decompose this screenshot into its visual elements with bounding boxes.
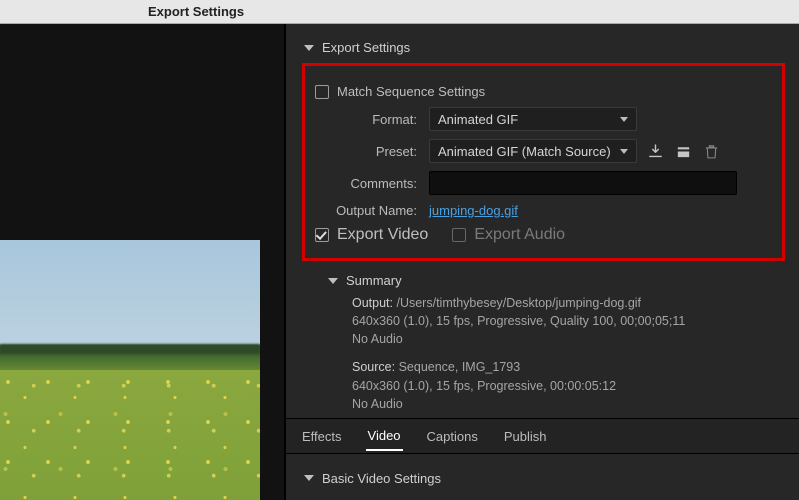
format-value: Animated GIF	[438, 112, 518, 127]
section-basic-video[interactable]: Basic Video Settings	[304, 471, 441, 486]
match-sequence-label: Match Sequence Settings	[337, 84, 485, 99]
summary-output-specs: 640x360 (1.0), 15 fps, Progressive, Qual…	[352, 314, 685, 328]
summary-output-audio: No Audio	[352, 332, 403, 346]
section-export-settings[interactable]: Export Settings	[304, 34, 785, 61]
tab-effects[interactable]: Effects	[300, 423, 344, 450]
summary-output-path: /Users/timthybesey/Desktop/jumping-dog.g…	[396, 296, 641, 310]
checkbox-icon	[315, 85, 329, 99]
export-audio-checkbox[interactable]: Export Audio	[452, 226, 565, 244]
checkbox-icon	[315, 228, 329, 242]
summary-source-label: Source:	[352, 360, 395, 374]
export-video-checkbox[interactable]: Export Video	[315, 226, 428, 244]
export-video-label: Export Video	[337, 226, 428, 244]
window-title: Export Settings	[0, 0, 799, 24]
chevron-down-icon	[620, 149, 628, 154]
section-summary[interactable]: Summary	[328, 267, 785, 294]
section-title: Export Settings	[322, 40, 410, 55]
preset-select[interactable]: Animated GIF (Match Source)	[429, 139, 637, 163]
preset-label: Preset:	[309, 144, 429, 159]
chevron-down-icon	[328, 278, 338, 284]
chevron-down-icon	[620, 117, 628, 122]
tab-video[interactable]: Video	[366, 422, 403, 451]
format-select[interactable]: Animated GIF	[429, 107, 637, 131]
preview-panel	[0, 24, 286, 500]
summary-output-label: Output:	[352, 296, 393, 310]
preview-image	[0, 240, 260, 500]
summary-source-audio: No Audio	[352, 397, 403, 411]
checkbox-icon	[452, 228, 466, 242]
output-name-link[interactable]: jumping-dog.gif	[429, 203, 518, 218]
import-preset-button[interactable]	[673, 141, 693, 161]
settings-panel: Export Settings Match Sequence Settings …	[286, 24, 799, 500]
preset-value: Animated GIF (Match Source)	[438, 144, 611, 159]
tab-captions[interactable]: Captions	[425, 423, 480, 450]
comments-input[interactable]	[429, 171, 737, 195]
summary-block: Output: /Users/timthybesey/Desktop/jumpi…	[352, 294, 785, 413]
output-name-label: Output Name:	[309, 203, 429, 218]
summary-source-specs: 640x360 (1.0), 15 fps, Progressive, 00:0…	[352, 379, 616, 393]
section-title: Basic Video Settings	[322, 471, 441, 486]
format-label: Format:	[309, 112, 429, 127]
chevron-down-icon	[304, 475, 314, 481]
summary-source-name: Sequence, IMG_1793	[399, 360, 521, 374]
tab-publish[interactable]: Publish	[502, 423, 549, 450]
delete-preset-button[interactable]	[701, 141, 721, 161]
section-title: Summary	[346, 273, 402, 288]
export-audio-label: Export Audio	[474, 226, 565, 244]
match-sequence-checkbox[interactable]: Match Sequence Settings	[315, 84, 485, 99]
save-preset-button[interactable]	[645, 141, 665, 161]
comments-label: Comments:	[309, 176, 429, 191]
highlight-region: Match Sequence Settings Format: Animated…	[302, 63, 785, 261]
chevron-down-icon	[304, 45, 314, 51]
tabs-bar: Effects Video Captions Publish	[286, 418, 799, 454]
